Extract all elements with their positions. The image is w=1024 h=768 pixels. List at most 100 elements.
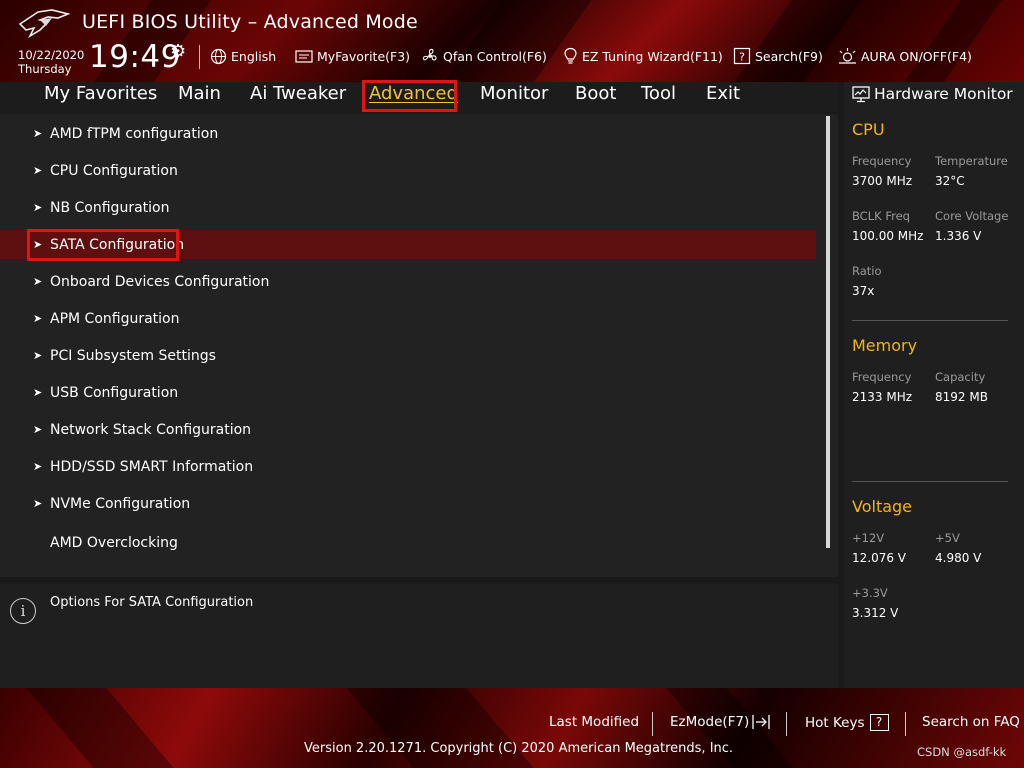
bulb-icon <box>564 47 577 64</box>
hotkeys-key-icon: ? <box>869 714 889 731</box>
v12-value: 12.076 V <box>852 551 907 565</box>
v12-label: +12V <box>852 531 885 545</box>
v33-label: +3.3V <box>852 586 888 600</box>
selection-highlight-box <box>27 229 179 261</box>
aura-button[interactable]: AURA ON/OFF(F4) <box>838 46 972 66</box>
ezmode-button[interactable]: EzMode(F7) <box>670 714 771 730</box>
last-modified-button[interactable]: Last Modified <box>549 714 639 730</box>
date-text: 10/22/2020 <box>18 48 85 62</box>
memory-frequency-label: Frequency <box>852 370 912 384</box>
cpu-temperature-value: 32°C <box>935 174 965 188</box>
chevron-right-icon: ➤ <box>33 312 43 325</box>
footer-divider <box>652 712 653 736</box>
globe-icon <box>210 48 227 64</box>
menu-item-usb-configuration[interactable]: ➤ USB Configuration <box>0 378 816 407</box>
last-modified-label: Last Modified <box>549 714 640 730</box>
search-button[interactable]: ? Search(F9) <box>733 46 823 66</box>
search-help-icon: ? <box>733 47 751 65</box>
toolbar-divider <box>199 45 200 69</box>
monitor-icon <box>852 85 870 102</box>
menu-item-hdd-ssd-smart[interactable]: ➤ HDD/SSD SMART Information <box>0 452 816 481</box>
core-voltage-value: 1.336 V <box>935 229 982 243</box>
tab-monitor[interactable]: Monitor <box>480 83 548 104</box>
tab-main[interactable]: Main <box>178 83 221 104</box>
help-description: Options For SATA Configuration <box>50 595 254 610</box>
hw-divider <box>852 481 1008 482</box>
menu-item-nvme-configuration[interactable]: ➤ NVMe Configuration <box>0 489 816 518</box>
v33-value: 3.312 V <box>852 606 899 620</box>
hotkeys-label: Hot Keys <box>805 714 865 731</box>
menu-item-label: USB Configuration <box>50 384 179 401</box>
menu-item-label: AMD fTPM configuration <box>50 125 219 142</box>
chevron-right-icon: ➤ <box>33 386 43 399</box>
ez-tuning-label: EZ Tuning Wizard(F11) <box>582 48 723 64</box>
tab-tool[interactable]: Tool <box>641 83 676 104</box>
myfavorite-button[interactable]: MyFavorite(F3) <box>295 46 410 66</box>
qfan-button[interactable]: Qfan Control(F6) <box>421 46 547 66</box>
window-title: UEFI BIOS Utility – Advanced Mode <box>82 11 418 33</box>
hw-divider <box>852 320 1008 321</box>
cpu-temperature-label: Temperature <box>935 154 1008 168</box>
search-faq-label: Search on FAQ <box>922 714 1020 730</box>
menu-item-nb-configuration[interactable]: ➤ NB Configuration <box>0 193 816 222</box>
date-display: 10/22/2020 Thursday <box>18 48 84 76</box>
chevron-right-icon: ➤ <box>33 201 43 214</box>
menu-item-onboard-devices[interactable]: ➤ Onboard Devices Configuration <box>0 267 816 296</box>
voltage-heading: Voltage <box>852 497 913 516</box>
chevron-right-icon: ➤ <box>33 275 43 288</box>
tab-my-favorites[interactable]: My Favorites <box>44 83 157 104</box>
menu-item-apm-configuration[interactable]: ➤ APM Configuration <box>0 304 816 333</box>
copyright-text: Version 2.20.1271. Copyright (C) 2020 Am… <box>304 741 734 756</box>
memory-capacity-value: 8192 MB <box>935 390 988 404</box>
hardware-monitor-title-text: Hardware Monitor <box>874 85 1013 103</box>
language-label: English <box>231 48 277 64</box>
tab-exit[interactable]: Exit <box>706 83 740 104</box>
aura-icon <box>839 48 856 64</box>
fan-icon <box>422 48 437 61</box>
ez-tuning-button[interactable]: EZ Tuning Wizard(F11) <box>563 46 723 66</box>
info-icon: i <box>10 598 36 624</box>
menu-item-label: Onboard Devices Configuration <box>50 273 270 290</box>
chevron-right-icon: ➤ <box>33 423 43 436</box>
language-button[interactable]: English <box>210 46 276 66</box>
chevron-right-icon: ➤ <box>33 460 43 473</box>
exit-arrow-icon <box>752 715 770 729</box>
v5-label: +5V <box>935 531 960 545</box>
v5-value: 4.980 V <box>935 551 982 565</box>
tab-boot[interactable]: Boot <box>575 83 616 104</box>
chevron-right-icon: ➤ <box>33 349 43 362</box>
ratio-value: 37x <box>852 284 875 298</box>
watermark-text: CSDN @asdf-kk <box>917 745 1007 759</box>
aura-label: AURA ON/OFF(F4) <box>861 48 972 64</box>
tab-ai-tweaker[interactable]: Ai Tweaker <box>250 83 346 104</box>
svg-text:?: ? <box>739 51 745 64</box>
menu-item-label: NVMe Configuration <box>50 495 191 512</box>
cpu-frequency-label: Frequency <box>852 154 912 168</box>
myfavorite-label: MyFavorite(F3) <box>317 48 411 64</box>
gear-icon[interactable]: ⚙ <box>170 41 186 62</box>
menu-item-label: CPU Configuration <box>50 162 178 179</box>
rog-logo-icon <box>18 9 70 38</box>
menu-item-label: AMD Overclocking <box>50 534 178 551</box>
menu-item-label: PCI Subsystem Settings <box>50 347 216 364</box>
menu-item-amd-overclocking[interactable]: AMD Overclocking <box>0 528 816 557</box>
search-faq-button[interactable]: Search on FAQ <box>922 714 1020 730</box>
menu-scrollbar[interactable] <box>826 116 830 548</box>
memory-capacity-label: Capacity <box>935 370 986 384</box>
hotkeys-button[interactable]: Hot Keys ? <box>805 714 889 731</box>
footer-divider <box>905 712 906 736</box>
menu-item-cpu-configuration[interactable]: ➤ CPU Configuration <box>0 156 816 185</box>
menu-item-amd-ftpm[interactable]: ➤ AMD fTPM configuration <box>0 119 816 148</box>
favorite-icon <box>295 49 313 63</box>
menu-item-network-stack[interactable]: ➤ Network Stack Configuration <box>0 415 816 444</box>
menu-item-pci-subsystem[interactable]: ➤ PCI Subsystem Settings <box>0 341 816 370</box>
qfan-label: Qfan Control(F6) <box>443 48 547 64</box>
menu-item-label: HDD/SSD SMART Information <box>50 458 254 475</box>
memory-heading: Memory <box>852 336 918 355</box>
ezmode-label: EzMode(F7) <box>670 714 750 730</box>
chevron-right-icon: ➤ <box>33 164 43 177</box>
day-text: Thursday <box>18 62 72 76</box>
footer-divider <box>786 712 787 736</box>
chevron-right-icon: ➤ <box>33 497 43 510</box>
bclk-label: BCLK Freq <box>852 209 910 223</box>
